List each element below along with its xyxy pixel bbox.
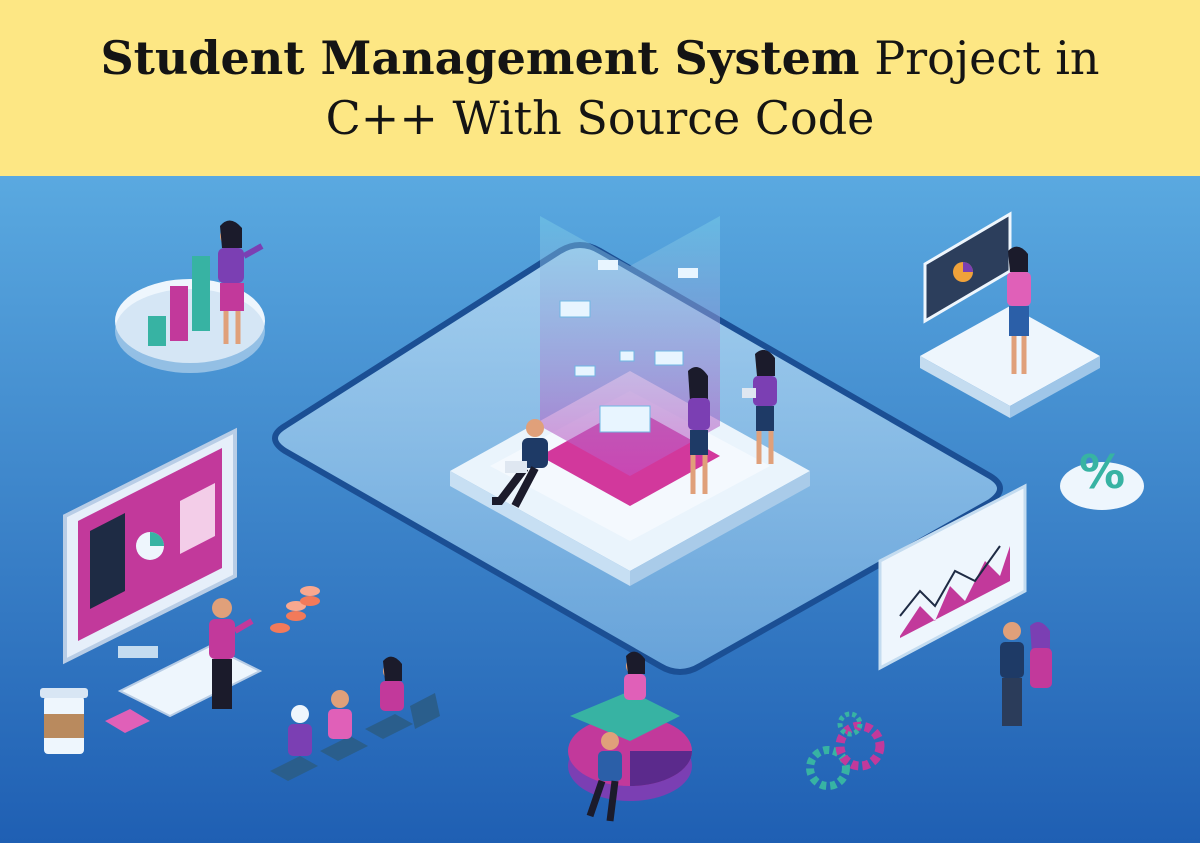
page-title-rest: Project in bbox=[859, 31, 1100, 85]
svg-text:%: % bbox=[1079, 445, 1125, 499]
page-title-line1: Student Management System Project in bbox=[100, 28, 1099, 88]
woman-on-pie bbox=[624, 651, 646, 700]
page-title-line2: C++ With Source Code bbox=[325, 91, 875, 145]
coffee-cup-icon bbox=[40, 688, 88, 754]
illustration-scene: % bbox=[0, 176, 1200, 843]
page-title-bold: Student Management System bbox=[100, 31, 860, 85]
title-banner: Student Management System Project in C++… bbox=[0, 0, 1200, 176]
